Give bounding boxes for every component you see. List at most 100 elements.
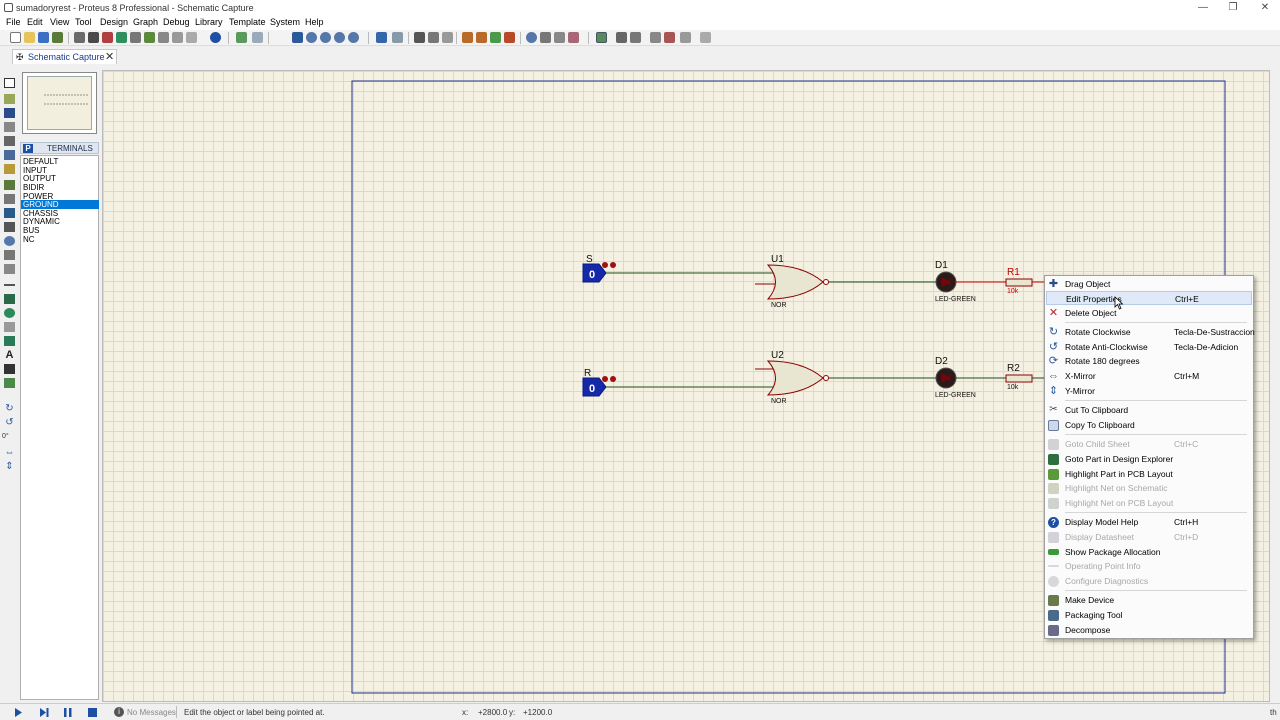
marker-tool-icon[interactable] [4,378,15,388]
property-assignment-icon[interactable] [630,32,641,43]
led-d2[interactable] [935,367,957,389]
pick-device-icon[interactable] [526,32,537,43]
x-mirror-tool-icon[interactable]: ⇔ [4,448,15,458]
terminal-item-bidir[interactable]: BIDIR [21,183,99,192]
help-toolbar-icon[interactable] [210,32,221,43]
save-icon[interactable] [38,32,49,43]
component-mode-icon[interactable] [4,94,15,104]
menu-debug[interactable]: Debug [163,17,190,27]
rotate-cw-tool-icon[interactable]: ↻ [4,404,15,414]
overview-window[interactable] [22,72,97,134]
menu-system[interactable]: System [270,17,300,27]
zoom-all-icon[interactable] [334,32,345,43]
resistor-r2[interactable] [1005,374,1045,383]
block-delete-icon[interactable] [504,32,515,43]
bom-icon[interactable] [144,32,155,43]
menu-library[interactable]: Library [195,17,223,27]
menu-file[interactable]: File [6,17,21,27]
arc-tool-icon[interactable] [4,322,15,332]
3d-view-icon[interactable] [116,32,127,43]
menu-item-rotate-cw[interactable]: ↻ Rotate Clockwise Tecla-De-Sustraccion [1046,325,1255,339]
terminal-item-ground[interactable]: GROUND [21,200,99,209]
menu-item-y-mirror[interactable]: ⇕ Y-Mirror [1046,384,1252,398]
box-tool-icon[interactable] [4,294,15,304]
block-move-icon[interactable] [476,32,487,43]
new-file-icon[interactable] [10,32,21,43]
menu-view[interactable]: View [50,17,69,27]
tab-schematic-capture[interactable]: ✠ Schematic Capture ✕ [12,49,117,64]
path-tool-icon[interactable] [4,336,15,346]
search-tag-icon[interactable] [616,32,627,43]
play-icon[interactable] [14,708,23,717]
packaging-toolbar-icon[interactable] [554,32,565,43]
terminals-mode-icon[interactable] [4,180,15,190]
refresh-icon[interactable] [236,32,247,43]
terminal-item-nc[interactable]: NC [21,235,99,244]
block-rotate-icon[interactable] [490,32,501,43]
copy-toolbar-icon[interactable] [428,32,439,43]
menu-tool[interactable]: Tool [75,17,92,27]
wire-autorouter-icon[interactable] [596,32,607,43]
menu-design[interactable]: Design [100,17,128,27]
voltage-probe-icon[interactable] [4,250,15,260]
gerber-icon[interactable] [130,32,141,43]
menu-item-edit-properties[interactable]: Edit Properties Ctrl+E [1046,291,1252,305]
schematic-icon[interactable] [88,32,99,43]
menu-item-make-device[interactable]: Make Device [1046,593,1252,607]
nor-gate-u1[interactable] [766,264,829,300]
menu-item-model-help[interactable]: ? Display Model Help Ctrl+H [1046,515,1252,529]
paste-icon[interactable] [442,32,453,43]
step-icon[interactable] [39,708,49,717]
symbol-tool-icon[interactable] [4,364,15,374]
menu-item-rotate-180[interactable]: ⟳ Rotate 180 degrees [1046,354,1252,368]
menu-item-delete-object[interactable]: ✕ Delete Object [1046,306,1252,320]
new-sheet-icon[interactable] [650,32,661,43]
text-tool-icon[interactable]: A [4,350,15,361]
close-tab-icon[interactable]: ✕ [105,50,114,63]
zoom-in-icon[interactable] [306,32,317,43]
undo-icon[interactable] [376,32,387,43]
graph-mode-icon[interactable] [4,208,15,218]
terminal-item-bus[interactable]: BUS [21,226,99,235]
wire-label-icon[interactable] [4,122,15,132]
pcb-icon[interactable] [102,32,113,43]
make-device-toolbar-icon[interactable] [540,32,551,43]
text-script-icon[interactable] [4,136,15,146]
resistor-r1[interactable] [1005,278,1045,287]
stop-icon[interactable] [88,708,97,717]
menu-item-goto-design-explorer[interactable]: Goto Part in Design Explorer [1046,452,1252,466]
source-code-icon[interactable] [158,32,169,43]
menu-graph[interactable]: Graph [133,17,158,27]
led-d1[interactable] [935,271,957,293]
menu-item-cut[interactable]: ✂ Cut To Clipboard [1046,403,1252,417]
vertical-scrollbar[interactable] [1271,70,1280,702]
menu-template[interactable]: Template [229,17,266,27]
terminal-item-default[interactable]: DEFAULT [21,157,99,166]
line-tool-icon[interactable] [4,284,15,286]
minimize-button[interactable]: — [1188,0,1218,16]
logic-input-s[interactable] [582,262,616,283]
cut-icon[interactable] [414,32,425,43]
menu-edit[interactable]: Edit [27,17,43,27]
exit-to-parent-icon[interactable] [680,32,691,43]
menu-item-copy[interactable]: Copy To Clipboard [1046,418,1252,432]
menu-help[interactable]: Help [305,17,324,27]
y-mirror-tool-icon[interactable]: ⇕ [4,462,15,472]
rotate-ccw-tool-icon[interactable]: ↺ [4,418,15,428]
menu-item-highlight-pcb[interactable]: Highlight Part in PCB Layout [1046,467,1252,481]
maximize-button[interactable]: ❐ [1218,0,1248,16]
circle-tool-icon[interactable] [4,308,15,318]
menu-item-drag-object[interactable]: ✚ Drag Object [1046,277,1252,291]
menu-item-x-mirror[interactable]: ⇔ X-Mirror Ctrl+M [1046,369,1252,383]
origin-icon[interactable] [292,32,303,43]
junction-dot-icon[interactable] [4,108,15,118]
grid-icon[interactable] [252,32,263,43]
block-copy-icon[interactable] [462,32,473,43]
buses-icon[interactable] [4,150,15,160]
open-folder-icon[interactable] [24,32,35,43]
device-pins-icon[interactable] [4,194,15,204]
virtual-instruments-icon[interactable] [4,264,15,274]
tape-recorder-icon[interactable] [4,222,15,232]
selection-mode-icon[interactable] [4,78,15,88]
remove-sheet-icon[interactable] [664,32,675,43]
